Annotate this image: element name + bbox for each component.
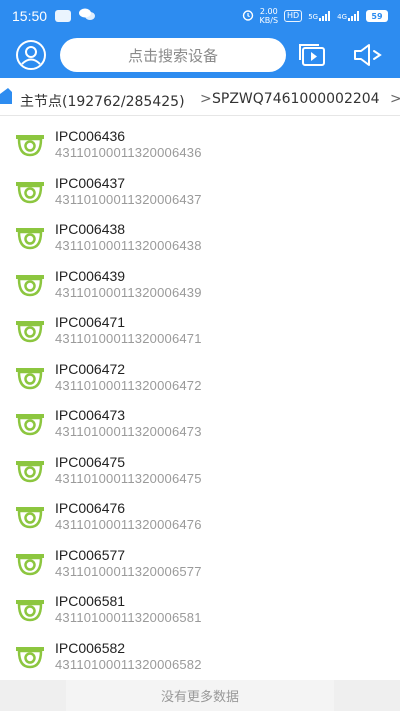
signal-4g: 4G (337, 11, 360, 21)
network-speed-value: 2.00 (259, 7, 278, 16)
device-code: 43110100011320006476 (55, 517, 202, 532)
device-code: 43110100011320006475 (55, 470, 202, 486)
top-app-bar: 点击搜索设备 (0, 32, 400, 78)
breadcrumb-item-node[interactable]: SPZWQ7461000002204 (212, 91, 380, 107)
device-code: 43110100011320006437 (55, 191, 202, 207)
search-input[interactable]: 点击搜索设备 (60, 38, 286, 72)
user-icon (16, 40, 46, 70)
speaker-button[interactable] (352, 41, 386, 69)
list-item[interactable]: IPC006472 43110100011320006472 (0, 353, 400, 400)
device-code: 43110100011320006577 (55, 563, 202, 579)
device-code: 43110100011320006582 (55, 656, 202, 672)
list-item[interactable]: IPC006439 43110100011320006439 (0, 260, 400, 307)
device-name: IPC006438 (55, 221, 126, 237)
list-item[interactable]: IPC006476 43110100011320006476 (0, 492, 400, 539)
device-name: IPC006476 (55, 500, 126, 516)
list-item[interactable]: IPC006473 43110100011320006473 (0, 399, 400, 446)
device-code: 43110100011320006438 (55, 238, 202, 253)
breadcrumb-separator: > (390, 91, 400, 107)
home-icon (0, 88, 12, 104)
status-time: 15:50 (12, 8, 48, 24)
device-code: 43110100011320006472 (55, 377, 202, 393)
camera-icon (15, 548, 45, 578)
list-item[interactable]: IPC006437 43110100011320006437 (0, 167, 400, 214)
camera-icon (15, 315, 45, 345)
camera-icon (15, 408, 45, 438)
camera-icon (15, 362, 45, 392)
camera-icon (15, 455, 45, 485)
alarm-icon (242, 9, 254, 24)
network-speed-unit: KB/S (259, 16, 279, 25)
speaker-icon (354, 44, 382, 66)
device-name: IPC006436 (55, 128, 126, 144)
signal-bars-icon (319, 11, 331, 21)
list-item[interactable]: IPC006436 43110100011320006436 (0, 120, 400, 167)
search-placeholder: 点击搜索设备 (127, 46, 218, 65)
device-name: IPC006582 (55, 639, 126, 656)
status-bar: 15:50 2.00 KB/S HD 5G 4G 59 (0, 0, 400, 32)
device-name: IPC006471 (55, 314, 126, 330)
no-more-data-label: 没有更多数据 (66, 680, 334, 711)
signal-bars-icon (348, 11, 359, 21)
signal-5g-label: 5G (308, 13, 319, 21)
camera-icon (15, 129, 45, 159)
device-code: 43110100011320006439 (55, 284, 202, 300)
list-item[interactable]: IPC006438 43110100011320006438 (0, 213, 400, 260)
camera-icon (15, 641, 45, 671)
user-profile-button[interactable] (15, 39, 47, 71)
device-code: 43110100011320006581 (55, 610, 202, 625)
breadcrumb-separator: > (200, 91, 212, 107)
device-name: IPC006475 (55, 453, 126, 470)
device-name: IPC006472 (55, 360, 126, 377)
camera-icon (15, 501, 45, 531)
camera-icon (15, 594, 45, 624)
camera-icon (15, 222, 45, 252)
playback-button[interactable] (298, 41, 328, 69)
camera-icon (15, 176, 45, 206)
list-item[interactable]: IPC006581 43110100011320006581 (0, 585, 400, 632)
network-speed: 2.00 KB/S (260, 7, 279, 25)
list-item[interactable]: IPC006582 43110100011320006582 (0, 632, 400, 679)
signal-4g-label: 4G (337, 13, 347, 21)
device-code: 43110100011320006436 (55, 145, 202, 160)
signal-5g: 5G (308, 11, 331, 21)
gallery-notification-icon (55, 10, 72, 22)
battery-indicator: 59 (366, 10, 388, 22)
list-item[interactable]: IPC006577 43110100011320006577 (0, 539, 400, 586)
list-footer: 没有更多数据 (0, 680, 400, 711)
breadcrumb: 主节点(192762/285425) > SPZWQ7461000002204 … (0, 84, 400, 116)
device-name: IPC006473 (55, 407, 126, 423)
breadcrumb-item-root[interactable]: 主节点(192762/285425) (20, 91, 185, 111)
device-code: 43110100011320006473 (55, 424, 202, 439)
device-name: IPC006577 (55, 546, 126, 563)
device-code: 43110100011320006471 (55, 331, 202, 346)
chat-notification-icon (79, 8, 96, 25)
device-name: IPC006581 (55, 593, 126, 609)
list-item[interactable]: IPC006475 43110100011320006475 (0, 446, 400, 493)
device-list: IPC006436 43110100011320006436 IPC006437… (0, 120, 400, 678)
device-name: IPC006439 (55, 267, 126, 284)
device-name: IPC006437 (55, 174, 126, 191)
list-item[interactable]: IPC006471 43110100011320006471 (0, 306, 400, 353)
hd-badge: HD (284, 10, 303, 22)
playback-icon (299, 44, 325, 66)
camera-icon (15, 269, 45, 299)
